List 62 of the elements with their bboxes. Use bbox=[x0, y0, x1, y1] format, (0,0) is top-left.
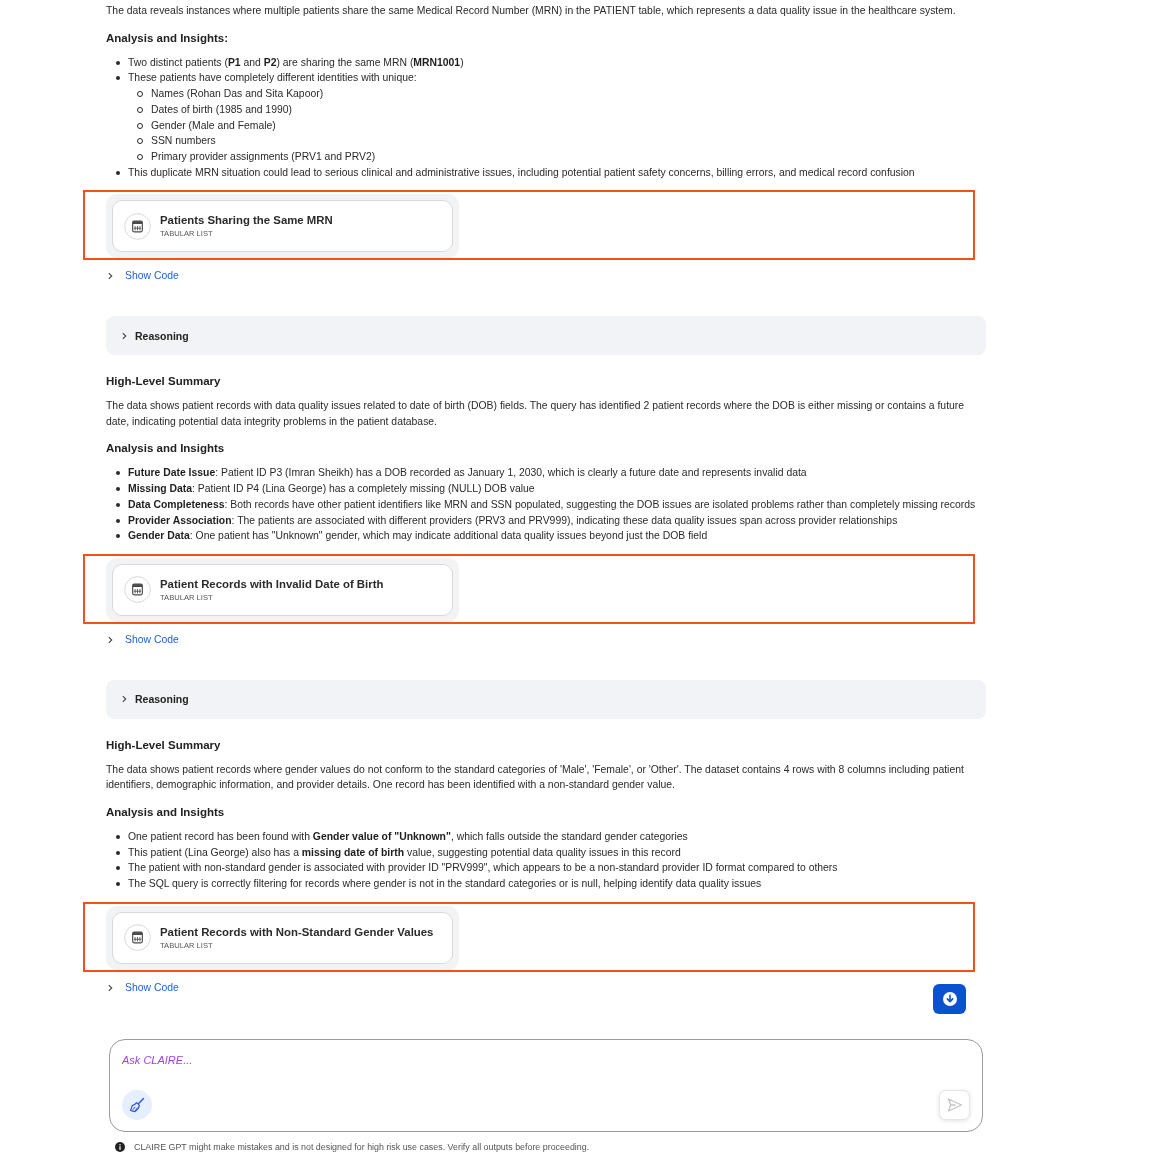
bullet-text: Two distinct patients (P1 and P2) are sharing the same MRN (MRN1001) bbox=[128, 55, 464, 70]
summary-text: The data reveals instances where multiple patients share the same Medical Record Number (MRN) in the PATIENT table, which represents a data quality issue in the healthcare system. bbox=[106, 4, 957, 18]
chevron-right-icon bbox=[108, 272, 113, 281]
section-heading: Analysis and Insights bbox=[106, 805, 225, 821]
bullet-icon bbox=[116, 882, 120, 887]
bullet-text: Dates of birth (1985 and 1990) bbox=[151, 102, 292, 117]
chevron-right-icon bbox=[108, 635, 113, 644]
bullet-text: Names (Rohan Das and Sita Kapoor) bbox=[151, 87, 324, 102]
bullet-text: Gender Data: One patient has "Unknown" gender, which may indicate additional data quality issues beyond just the DOB field bbox=[128, 529, 708, 544]
bullet-icon bbox=[116, 487, 120, 492]
arrow-down-icon bbox=[942, 992, 957, 1006]
disclaimer-text: CLAIRE GPT might make mistakes and is not designed for high risk use cases. Verify all outputs before proceeding. bbox=[134, 1140, 590, 1153]
info-icon bbox=[115, 1141, 125, 1152]
bullet-text: Gender (Male and Female) bbox=[151, 118, 276, 133]
show-code-toggle[interactable]: Show Code bbox=[106, 631, 179, 648]
table-icon bbox=[124, 212, 151, 240]
section-heading: Analysis and Insights bbox=[106, 441, 225, 457]
show-code-toggle[interactable]: Show Code bbox=[106, 268, 179, 285]
bullet-icon bbox=[116, 866, 120, 871]
bullet-text: SSN numbers bbox=[151, 134, 216, 149]
reasoning-toggle[interactable]: Reasoning bbox=[106, 316, 986, 356]
table-icon bbox=[124, 576, 151, 604]
bullet-text: Data Completeness: Both records have other patient identifiers like MRN and SSN populated, suggesting the DOB issues are isolated problems rather than completely missing records bbox=[128, 497, 976, 512]
chevron-right-icon bbox=[122, 695, 127, 704]
message-input[interactable]: Ask CLAIRE... bbox=[122, 1051, 970, 1076]
bullet-text: One patient record has been found with Gender value of "Unknown", which falls outside the standard gender categories bbox=[128, 830, 688, 845]
bullet-text: Future Date Issue: Patient ID P3 (Imran Sheikh) has a DOB recorded as January 1, 2030, which is clearly a future date and represents invalid data bbox=[128, 466, 807, 481]
bullet-text: The SQL query is correctly filtering for records where gender is not in the standard categories or is null, helping identify data quality issues bbox=[128, 877, 762, 892]
bullet-icon bbox=[116, 170, 120, 175]
summary-text: The data shows patient records where gender values do not conform to the standard categories of 'Male', 'Female', or 'Other'. The dataset contains 4 rows with 8 columns including patient identifiers, demographic information, and provider details. One record has been identified with a non-standard gender value. bbox=[106, 762, 965, 793]
chevron-right-icon bbox=[122, 331, 127, 340]
send-icon bbox=[945, 1095, 964, 1114]
artifact-title: Patient Records with Non-Standard Gender Values bbox=[160, 924, 434, 939]
reasoning-toggle[interactable]: Reasoning bbox=[106, 679, 986, 719]
scroll-down-button[interactable] bbox=[933, 984, 966, 1014]
broom-icon bbox=[129, 1096, 145, 1113]
bullet-icon bbox=[116, 471, 120, 476]
bullet-icon bbox=[116, 850, 120, 855]
table-icon bbox=[124, 924, 151, 952]
show-code-toggle[interactable]: Show Code bbox=[106, 979, 179, 996]
bullet-text: The patient with non-standard gender is associated with provider ID "PRV999", which appears to be a non-standard provider ID format compared to others bbox=[128, 861, 838, 876]
artifact-title: Patients Sharing the Same MRN bbox=[160, 213, 333, 228]
bullet-text: These patients have completely different identities with unique: bbox=[128, 71, 417, 86]
section-heading: Analysis and Insights: bbox=[106, 30, 229, 46]
section-heading: High-Level Summary bbox=[106, 737, 221, 753]
bullet-icon bbox=[116, 534, 120, 539]
bullet-text: Provider Association: The patients are associated with different providers (PRV3 and PRV999), indicating these data quality issues span across provider relationships bbox=[128, 513, 898, 528]
bullet-text: Missing Data: Patient ID P4 (Lina George) has a completely missing (NULL) DOB value bbox=[128, 482, 535, 497]
chevron-right-icon bbox=[108, 983, 113, 992]
bullet-icon bbox=[116, 76, 120, 81]
bullet-icon bbox=[116, 835, 120, 840]
bullet-text: Primary provider assignments (PRV1 and PRV2) bbox=[151, 149, 376, 164]
summary-text: The data shows patient records with data quality issues related to date of birth (DOB) fields. The query has identified 2 patient records where the DOB is either missing or contains a future date, indicating potential data integrity problems in the patient database. bbox=[106, 399, 966, 429]
artifact-title: Patient Records with Invalid Date of Birth bbox=[160, 576, 384, 591]
bullet-icon bbox=[116, 518, 120, 523]
bullet-text: This patient (Lina George) also has a missing date of birth value, suggesting potential data quality issues in this record bbox=[128, 845, 681, 860]
bullet-icon bbox=[116, 60, 120, 65]
bullet-icon bbox=[116, 502, 120, 507]
clear-chat-button[interactable] bbox=[122, 1089, 152, 1120]
section-heading: High-Level Summary bbox=[106, 374, 221, 390]
message-composer[interactable]: Ask CLAIRE... bbox=[109, 1038, 983, 1132]
bullet-text: This duplicate MRN situation could lead to serious clinical and administrative issues, including potential patient safety concerns, billing errors, and medical record confusion bbox=[128, 165, 915, 180]
